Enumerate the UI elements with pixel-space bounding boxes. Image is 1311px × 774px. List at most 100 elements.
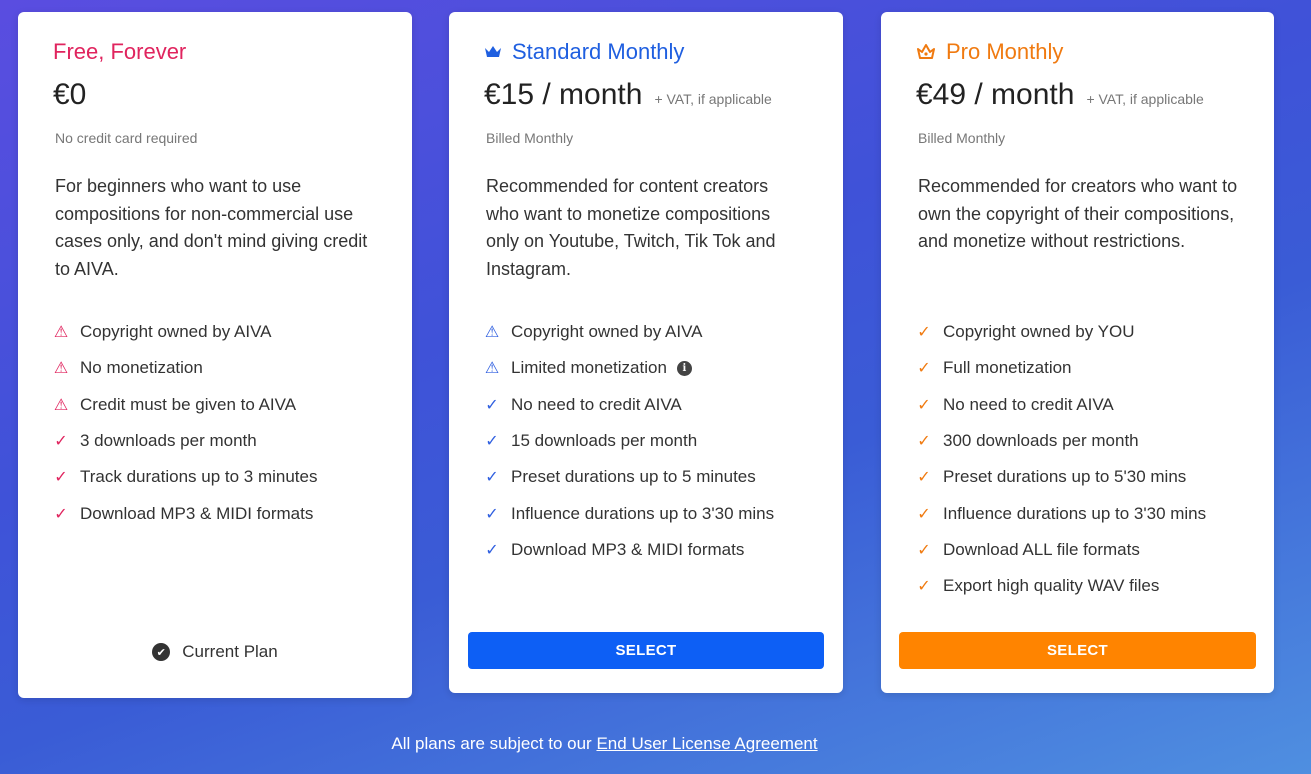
price-row: €0 (53, 78, 86, 112)
feature-item: ⚠ Credit must be given to AIVA (52, 387, 318, 423)
price-row: €49 / month + VAT, if applicable (916, 78, 1204, 112)
check-icon: ✓ (485, 505, 499, 523)
plan-card-standard: Standard Monthly €15 / month + VAT, if a… (449, 12, 843, 693)
check-icon: ✓ (54, 505, 68, 523)
check-icon: ✓ (917, 324, 931, 342)
billing-note: Billed Monthly (918, 130, 1006, 146)
check-icon: ✓ (485, 396, 499, 414)
feature-text: Download ALL file formats (943, 539, 1140, 559)
feature-text: No need to credit AIVA (511, 394, 682, 414)
feature-item: ✓ Preset durations up to 5'30 mins (915, 459, 1206, 495)
plan-description: For beginners who want to use compositio… (55, 176, 368, 279)
plan-description: Recommended for creators who want to own… (918, 176, 1238, 251)
check-icon: ✓ (485, 541, 499, 559)
price-row: €15 / month + VAT, if applicable (484, 78, 772, 112)
feature-text: Export high quality WAV files (943, 576, 1160, 596)
feature-item: ✓ Preset durations up to 5 minutes (483, 459, 774, 495)
feature-item: ✓ No need to credit AIVA (915, 387, 1206, 423)
feature-text: Copyright owned by YOU (943, 322, 1135, 342)
plan-description: Recommended for content creators who wan… (486, 176, 776, 279)
check-icon: ✓ (917, 578, 931, 596)
plan-price: €49 / month (916, 78, 1075, 111)
feature-text: Influence durations up to 3'30 mins (511, 503, 775, 523)
plan-title: Pro Monthly (916, 39, 1063, 65)
feature-item: ✓ Full monetization (915, 350, 1206, 386)
feature-item: ✓ Download ALL file formats (915, 532, 1206, 568)
feature-item: ⚠ Copyright owned by AIVA (52, 314, 318, 350)
feature-text: No need to credit AIVA (943, 394, 1114, 414)
plan-title-text: Free, Forever (53, 39, 187, 64)
feature-item: ⚠ Limited monetization i (483, 350, 774, 386)
feature-text: 15 downloads per month (511, 431, 698, 451)
plan-title: Free, Forever (53, 39, 186, 65)
feature-item: ✓ Track durations up to 3 minutes (52, 459, 318, 495)
feature-item: ✓ Influence durations up to 3'30 mins (915, 495, 1206, 531)
feature-item: ⚠ Copyright owned by AIVA (483, 314, 774, 350)
warning-icon: ⚠ (53, 324, 69, 342)
billing-note: Billed Monthly (486, 130, 574, 146)
plan-card-pro: Pro Monthly €49 / month + VAT, if applic… (881, 12, 1274, 693)
feature-text: 3 downloads per month (80, 431, 257, 451)
select-standard-button[interactable]: SELECT (468, 632, 824, 669)
feature-item: ✓ Copyright owned by YOU (915, 314, 1206, 350)
license-footer: All plans are subject to our End User Li… (0, 734, 1209, 754)
vat-note: + VAT, if applicable (1086, 91, 1204, 107)
check-icon: ✓ (917, 360, 931, 378)
feature-item: ✓ No need to credit AIVA (483, 387, 774, 423)
feature-text: 300 downloads per month (943, 431, 1139, 451)
check-icon: ✓ (917, 433, 931, 451)
feature-text: Full monetization (943, 358, 1072, 378)
footer-text: All plans are subject to our (391, 734, 592, 753)
feature-text: Copyright owned by AIVA (511, 322, 703, 342)
feature-list: ⚠ Copyright owned by AIVA ⚠ Limited monetiz… (483, 314, 774, 568)
select-pro-button[interactable]: SELECT (899, 632, 1256, 669)
feature-text: Credit must be given to AIVA (80, 394, 297, 414)
check-icon: ✓ (54, 433, 68, 451)
feature-item: ✓ Influence durations up to 3'30 mins (483, 495, 774, 531)
plan-card-free: Free, Forever €0 No credit card required… (18, 12, 412, 698)
feature-text: Download MP3 & MIDI formats (80, 503, 314, 523)
feature-text: Copyright owned by AIVA (80, 322, 272, 342)
feature-item: ✓ Download MP3 & MIDI formats (483, 532, 774, 568)
warning-icon: ⚠ (53, 396, 69, 414)
feature-text: Preset durations up to 5 minutes (511, 467, 756, 487)
check-icon: ✓ (917, 505, 931, 523)
billing-note: No credit card required (55, 130, 198, 146)
feature-text: Influence durations up to 3'30 mins (943, 503, 1207, 523)
check-icon: ✓ (485, 433, 499, 451)
current-plan-indicator: ✔ Current Plan (18, 642, 412, 662)
check-icon: ✓ (917, 469, 931, 487)
check-icon: ✓ (54, 469, 68, 487)
plan-price: €0 (53, 78, 87, 111)
feature-item: ⚠ No monetization (52, 350, 318, 386)
check-icon: ✓ (917, 541, 931, 559)
plan-title: Standard Monthly (484, 39, 684, 65)
feature-item: ✓ 15 downloads per month (483, 423, 774, 459)
feature-item: ✓ Export high quality WAV files (915, 568, 1206, 604)
warning-icon: ⚠ (484, 360, 500, 378)
feature-list: ⚠ Copyright owned by AIVA ⚠ No monetization… (52, 314, 318, 532)
feature-text: Download MP3 & MIDI formats (511, 539, 745, 559)
crown-icon (485, 46, 501, 57)
plan-title-text: Pro Monthly (946, 39, 1064, 64)
feature-text: Preset durations up to 5'30 mins (943, 467, 1187, 487)
warning-icon: ⚠ (53, 360, 69, 378)
feature-text: No monetization (80, 358, 203, 378)
feature-text: Limited monetization (511, 358, 667, 378)
plan-price: €15 / month (484, 78, 643, 111)
warning-icon: ⚠ (484, 324, 500, 342)
check-icon: ✓ (917, 396, 931, 414)
info-icon[interactable]: i (676, 360, 692, 376)
plan-title-text: Standard Monthly (512, 39, 685, 64)
crown-icon (917, 44, 935, 59)
eula-link[interactable]: End User License Agreement (596, 734, 817, 753)
feature-item: ✓ 3 downloads per month (52, 423, 318, 459)
feature-list: ✓ Copyright owned by YOU ✓ Full monetizatio… (915, 314, 1206, 604)
vat-note: + VAT, if applicable (654, 91, 772, 107)
feature-text: Track durations up to 3 minutes (80, 467, 318, 487)
feature-item: ✓ Download MP3 & MIDI formats (52, 495, 318, 531)
check-circle-icon: ✔ (152, 643, 171, 661)
current-plan-label: Current Plan (182, 642, 278, 661)
feature-item: ✓ 300 downloads per month (915, 423, 1206, 459)
check-icon: ✓ (485, 469, 499, 487)
